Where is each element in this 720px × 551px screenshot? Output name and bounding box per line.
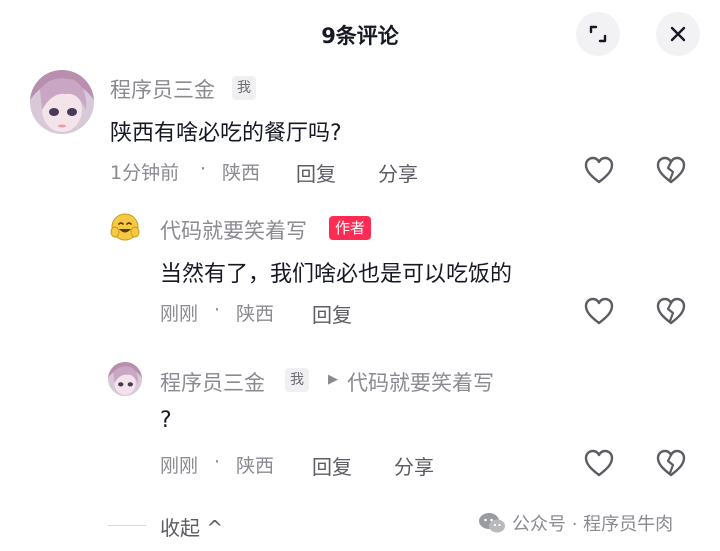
reply-to-user[interactable]: 代码就要笑着写 — [347, 367, 494, 397]
comment-location: 陕西 — [222, 162, 261, 184]
wechat-icon — [479, 513, 505, 533]
like-heart-icon[interactable] — [582, 153, 616, 187]
collapse-replies-button[interactable]: 收起 ^ — [160, 512, 223, 541]
reply-author[interactable]: 代码就要笑着写 — [160, 215, 307, 245]
dislike-broken-heart-icon[interactable] — [654, 153, 688, 187]
comment-text[interactable]: 陕西有啥必吃的餐厅吗? — [110, 115, 342, 147]
reply-text[interactable]: ? — [160, 408, 172, 433]
reply-location: 陕西 — [236, 303, 275, 325]
comments-header: 9条评论 — [0, 0, 720, 70]
meta-separator: · — [200, 158, 207, 180]
share-button[interactable]: 分享 — [394, 451, 434, 480]
author-avatar[interactable] — [108, 210, 142, 244]
anime-avatar-image — [30, 70, 94, 134]
author-badge: 作者 — [329, 216, 372, 240]
reply-author[interactable]: 程序员三金 — [160, 367, 265, 397]
avatar[interactable] — [108, 362, 142, 396]
reply-text[interactable]: 当然有了，我们啥必也是可以吃饭的 — [160, 256, 512, 288]
comment-time: 1分钟前 — [110, 162, 180, 184]
like-heart-icon[interactable] — [582, 446, 616, 480]
dislike-broken-heart-icon[interactable] — [654, 294, 688, 328]
meta-separator: · — [214, 299, 221, 321]
dislike-broken-heart-icon[interactable] — [654, 446, 688, 480]
like-heart-icon[interactable] — [582, 294, 616, 328]
collapse-label: 收起 — [160, 516, 200, 540]
avatar[interactable] — [30, 70, 94, 134]
reply-to-arrow-icon: ▶ — [328, 372, 338, 387]
reply-button[interactable]: 回复 — [312, 451, 352, 480]
close-button[interactable] — [656, 12, 700, 56]
self-badge: 我 — [285, 368, 309, 392]
reply-time: 刚刚 — [160, 455, 199, 477]
comment-author[interactable]: 程序员三金 — [110, 74, 215, 104]
smiling-emoji-avatar-image — [108, 210, 142, 244]
self-badge: 我 — [232, 76, 256, 100]
expand-icon — [589, 25, 607, 43]
expand-button[interactable] — [576, 12, 620, 56]
share-button[interactable]: 分享 — [378, 158, 418, 187]
reply-location: 陕西 — [236, 455, 275, 477]
meta-separator: · — [214, 451, 221, 473]
reply-button[interactable]: 回复 — [312, 299, 352, 328]
reply-button[interactable]: 回复 — [296, 158, 336, 187]
close-icon — [670, 26, 686, 42]
watermark: 公众号 · 程序员牛肉 — [478, 510, 673, 536]
anime-avatar-image — [108, 362, 142, 396]
collapse-divider — [108, 525, 146, 526]
chevron-up-icon: ^ — [206, 516, 224, 540]
reply-time: 刚刚 — [160, 303, 199, 325]
watermark-text: 公众号 · 程序员牛肉 — [512, 514, 674, 535]
